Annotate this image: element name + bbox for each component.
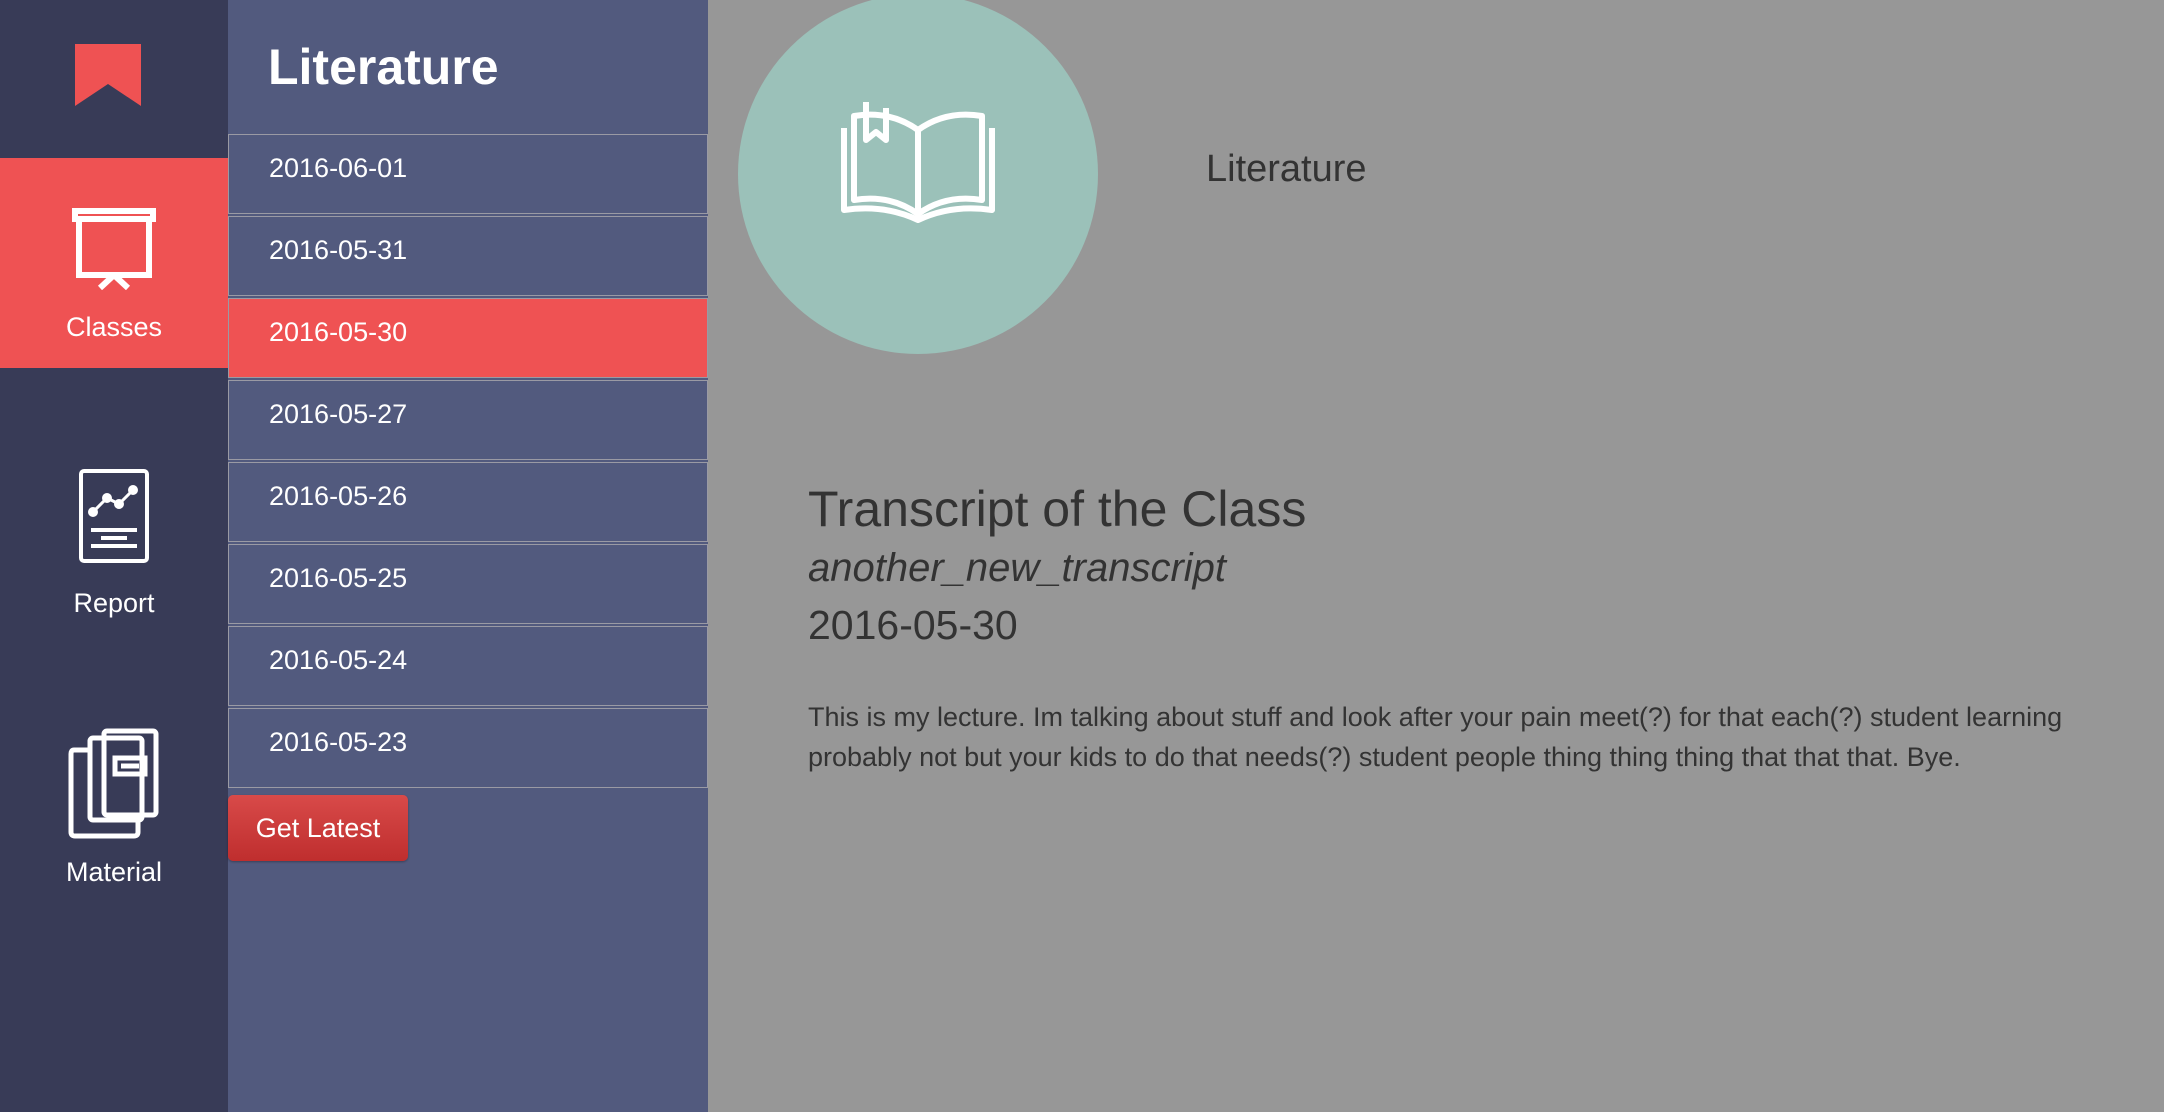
- date-list-item[interactable]: 2016-05-25: [228, 544, 708, 624]
- rail-item-label: Report: [73, 588, 155, 618]
- date-list-item[interactable]: 2016-05-23: [228, 708, 708, 788]
- class-dates-panel: Literature 2016-06-01 2016-05-31 2016-05-3…: [228, 0, 708, 1112]
- rail-item-classes[interactable]: Classes: [0, 158, 228, 368]
- get-latest-button[interactable]: Get Latest: [228, 795, 408, 861]
- date-list-item[interactable]: 2016-05-31: [228, 216, 708, 296]
- date-label: 2016-05-31: [269, 235, 408, 265]
- date-list-item[interactable]: 2016-05-27: [228, 380, 708, 460]
- date-label: 2016-06-01: [269, 153, 408, 183]
- transcript-heading: Transcript of the Class: [808, 481, 1307, 537]
- bookmark-icon[interactable]: [75, 44, 141, 106]
- date-list-item[interactable]: 2016-05-30: [228, 298, 708, 378]
- report-chart-icon: [79, 469, 149, 563]
- date-list: 2016-06-01 2016-05-31 2016-05-30 2016-05-27…: [228, 134, 708, 790]
- date-label: 2016-05-23: [269, 727, 408, 757]
- open-book-icon: [841, 102, 995, 223]
- date-label: 2016-05-30: [269, 317, 408, 347]
- documents-stack-icon: [68, 728, 159, 839]
- presentation-board-icon: [72, 208, 156, 291]
- class-avatar: [738, 0, 1098, 354]
- rail-item-label: Classes: [65, 312, 163, 342]
- date-list-item[interactable]: 2016-05-24: [228, 626, 708, 706]
- date-label: 2016-05-25: [269, 563, 408, 593]
- date-list-item[interactable]: 2016-06-01: [228, 134, 708, 214]
- icon-rail: Classes Report Material: [0, 0, 228, 1112]
- app-window: Classes Report Material Literature 2016-…: [0, 0, 2164, 1112]
- date-label: 2016-05-24: [269, 645, 408, 675]
- date-list-item[interactable]: 2016-05-26: [228, 462, 708, 542]
- panel-title: Literature: [268, 39, 499, 95]
- date-label: 2016-05-26: [269, 481, 408, 511]
- rail-item-material[interactable]: Material: [0, 720, 228, 900]
- transcript-name: another_new_transcript: [808, 546, 1227, 590]
- transcript-body: This is my lecture. Im talking about stu…: [808, 702, 2063, 772]
- date-label: 2016-05-27: [269, 399, 408, 429]
- transcript-date: 2016-05-30: [808, 602, 1018, 648]
- rail-item-label: Material: [65, 857, 163, 887]
- class-name: Literature: [1206, 148, 1367, 190]
- rail-item-report[interactable]: Report: [0, 460, 228, 630]
- main-content: Literature Transcript of the Class anoth…: [708, 0, 2164, 1112]
